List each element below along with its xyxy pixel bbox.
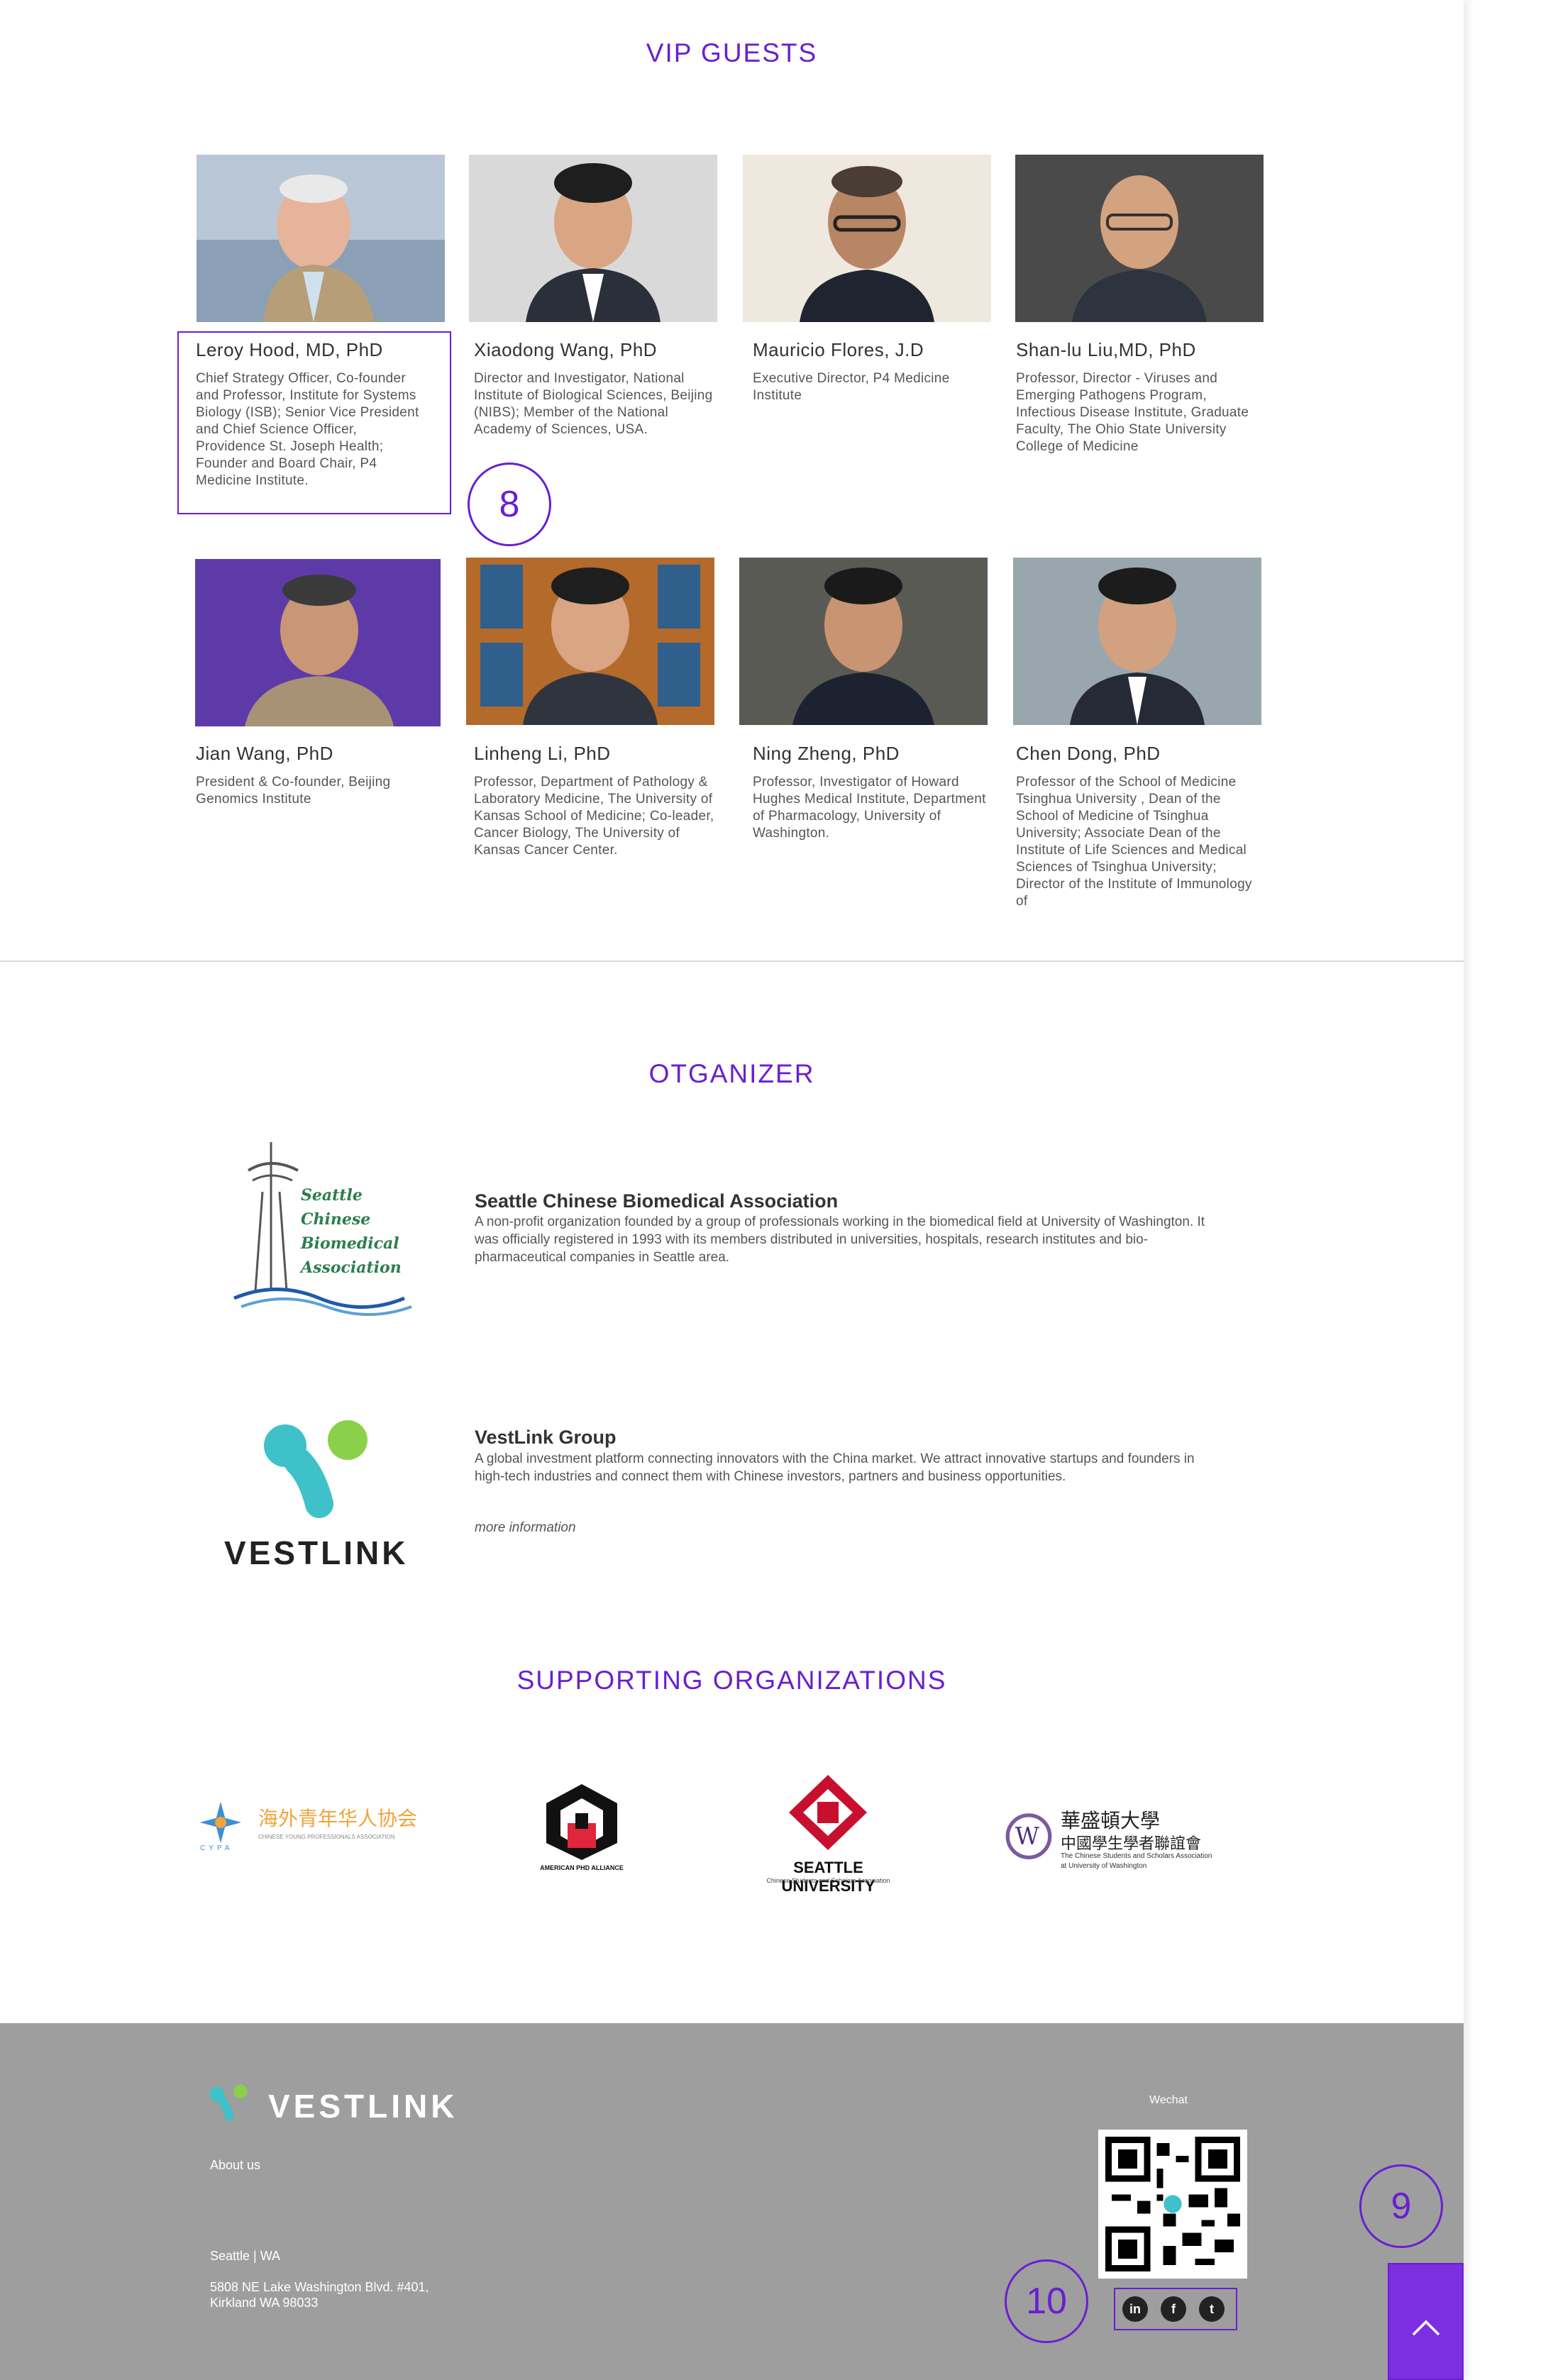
- back-to-top-button[interactable]: [1388, 2263, 1464, 2380]
- uw-cssa-en2: at University of Washington: [1061, 1862, 1147, 1870]
- org-name: Seattle Chinese Biomedical Association: [475, 1190, 839, 1212]
- marker-badge-8: 8: [468, 463, 551, 546]
- guest-photo-jian-wang[interactable]: [195, 559, 441, 726]
- vestlink-logo: VESTLINK: [213, 1419, 426, 1575]
- vip-guests-title: VIP GUESTS: [646, 38, 818, 67]
- guest-role: Professor, Department of Pathology & Lab…: [474, 775, 714, 858]
- guest-photo-chen-dong[interactable]: [1013, 558, 1261, 725]
- scba-logo: Seattle Chinese Biomedical Association: [227, 1128, 426, 1319]
- guest-photo-xiaodong-wang[interactable]: [469, 155, 717, 322]
- guest-photo-shan-lu-liu[interactable]: [1015, 155, 1264, 322]
- guest-photo-mauricio-flores[interactable]: [743, 155, 991, 322]
- section-divider: [0, 961, 1464, 962]
- wechat-qr-code: [1098, 2130, 1247, 2279]
- guest-name: Jian Wang, PhD: [196, 743, 333, 764]
- scba-logo-line: Association: [301, 1258, 402, 1277]
- scba-logo-line: Seattle: [301, 1186, 363, 1205]
- org-description: A non-profit organization founded by a g…: [475, 1214, 1205, 1265]
- scba-logo-line: Chinese: [301, 1210, 371, 1229]
- cypa-logo[interactable]: CYPA 海外青年华人协会 CHINESE YOUNG PROFESSIONAL…: [199, 1795, 440, 1859]
- selected-guest-highlight: [177, 331, 451, 514]
- guest-photo-linheng-li[interactable]: [466, 558, 714, 725]
- marker-badge-10: 10: [1005, 2259, 1088, 2343]
- org-name: VestLink Group: [475, 1427, 617, 1448]
- organizer-title: OTGANIZER: [648, 1059, 815, 1088]
- vestlink-logo-text: VESTLINK: [224, 1534, 409, 1571]
- american-phd-alliance-label: AMERICAN PHD ALLIANCE: [540, 1864, 624, 1871]
- seattle-university-logo[interactable]: SEATTLE UNIVERSITY Chinese Students and …: [748, 1773, 908, 1895]
- guest-role: Executive Director, P4 Medicine Institut…: [753, 371, 950, 403]
- footer-city: Seattle | WA: [210, 2249, 281, 2263]
- footer-address-line2: Kirkland WA 98033: [210, 2296, 319, 2310]
- guest-role: Professor of the School of Medicine Tsin…: [1016, 775, 1252, 909]
- uw-cssa-logo[interactable]: W 華盛頓大學 中國學生學者聯誼會 The Chinese Students a…: [1004, 1805, 1245, 1876]
- twitter-icon[interactable]: t: [1199, 2296, 1225, 2322]
- scba-logo-line: Biomedical: [301, 1234, 399, 1253]
- more-information-link[interactable]: more information: [475, 1520, 576, 1536]
- page: VIP GUESTS Leroy Hood, MD, PhD Chief Str…: [0, 0, 1464, 2380]
- uw-cssa-cn2: 中國學生學者聯誼會: [1061, 1835, 1202, 1853]
- seattle-university-sub: Chinese Students and Scholars Associatio…: [766, 1877, 890, 1884]
- footer: VESTLINK About us Seattle | WA 5808 NE L…: [0, 2023, 1464, 2380]
- american-phd-alliance-logo[interactable]: AMERICAN PHD ALLIANCE: [529, 1781, 635, 1880]
- guest-photo-ning-zheng[interactable]: [739, 558, 988, 725]
- cypa-chinese-name: 海外青年华人协会: [258, 1808, 418, 1830]
- svg-text:W: W: [1015, 1822, 1040, 1850]
- about-us-link[interactable]: About us: [210, 2158, 260, 2173]
- guest-photo-leroy-hood[interactable]: [197, 155, 445, 322]
- wechat-label: Wechat: [1149, 2094, 1188, 2106]
- guest-name: Mauricio Flores, J.D: [753, 339, 924, 360]
- supporting-title: SUPPORTING ORGANIZATIONS: [516, 1666, 947, 1695]
- guest-role: Professor, Investigator of Howard Hughes…: [753, 775, 986, 841]
- footer-address-line1: 5808 NE Lake Washington Blvd. #401,: [210, 2280, 429, 2294]
- org-description: A global investment platform connecting …: [475, 1451, 1195, 1484]
- chevron-up-icon: [1412, 2320, 1440, 2336]
- social-links: in f t: [1114, 2288, 1237, 2330]
- guest-role: Director and Investigator, National Inst…: [474, 371, 713, 437]
- cypa-abbr: CYPA: [200, 1844, 233, 1852]
- facebook-icon[interactable]: f: [1161, 2296, 1186, 2322]
- cypa-english-name: CHINESE YOUNG PROFESSIONALS ASSOCIATION: [258, 1834, 395, 1840]
- footer-logo[interactable]: VESTLINK: [206, 2083, 490, 2132]
- footer-logo-text: VESTLINK: [268, 2088, 458, 2125]
- uw-cssa-cn1: 華盛頓大學: [1061, 1809, 1161, 1832]
- guest-name: Linheng Li, PhD: [474, 743, 611, 764]
- guest-role: President & Co-founder, Beijing Genomics…: [196, 775, 391, 807]
- guest-name: Chen Dong, PhD: [1016, 743, 1161, 764]
- marker-badge-9: 9: [1359, 2164, 1443, 2248]
- linkedin-icon[interactable]: in: [1122, 2296, 1148, 2322]
- guest-name: Xiaodong Wang, PhD: [474, 339, 658, 360]
- guest-role: Professor, Director - Viruses and Emergi…: [1016, 371, 1249, 454]
- guest-name: Ning Zheng, PhD: [753, 743, 900, 764]
- guest-name: Shan-lu Liu,MD, PhD: [1016, 339, 1196, 360]
- uw-cssa-en1: The Chinese Students and Scholars Associ…: [1061, 1852, 1212, 1860]
